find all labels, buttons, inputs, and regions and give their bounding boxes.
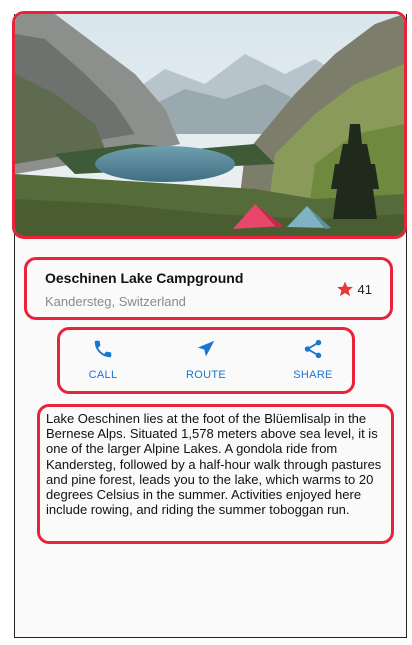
share-icon: [304, 339, 322, 359]
route-label: ROUTE: [186, 369, 226, 381]
star-icon[interactable]: [336, 280, 354, 298]
call-label: CALL: [88, 369, 118, 381]
action-buttons-row: CALL ROUTE SHARE: [57, 327, 355, 394]
place-location: Kandersteg, Switzerland: [45, 294, 186, 309]
share-button[interactable]: SHARE: [273, 338, 353, 381]
place-title: Oeschinen Lake Campground: [45, 270, 244, 286]
navigation-arrow-icon: [197, 340, 215, 357]
description-card: Lake Oeschinen lies at the foot of the B…: [37, 404, 394, 544]
phone-icon: [94, 340, 112, 358]
description-text: Lake Oeschinen lies at the foot of the B…: [46, 411, 382, 518]
place-info-card: Oeschinen Lake Campground Kandersteg, Sw…: [24, 257, 393, 320]
call-button[interactable]: CALL: [63, 338, 143, 381]
hero-image: [12, 11, 407, 239]
route-button[interactable]: ROUTE: [166, 338, 246, 381]
favorite-rating[interactable]: 41: [336, 280, 372, 298]
share-label: SHARE: [293, 369, 333, 381]
rating-count: 41: [357, 281, 372, 297]
